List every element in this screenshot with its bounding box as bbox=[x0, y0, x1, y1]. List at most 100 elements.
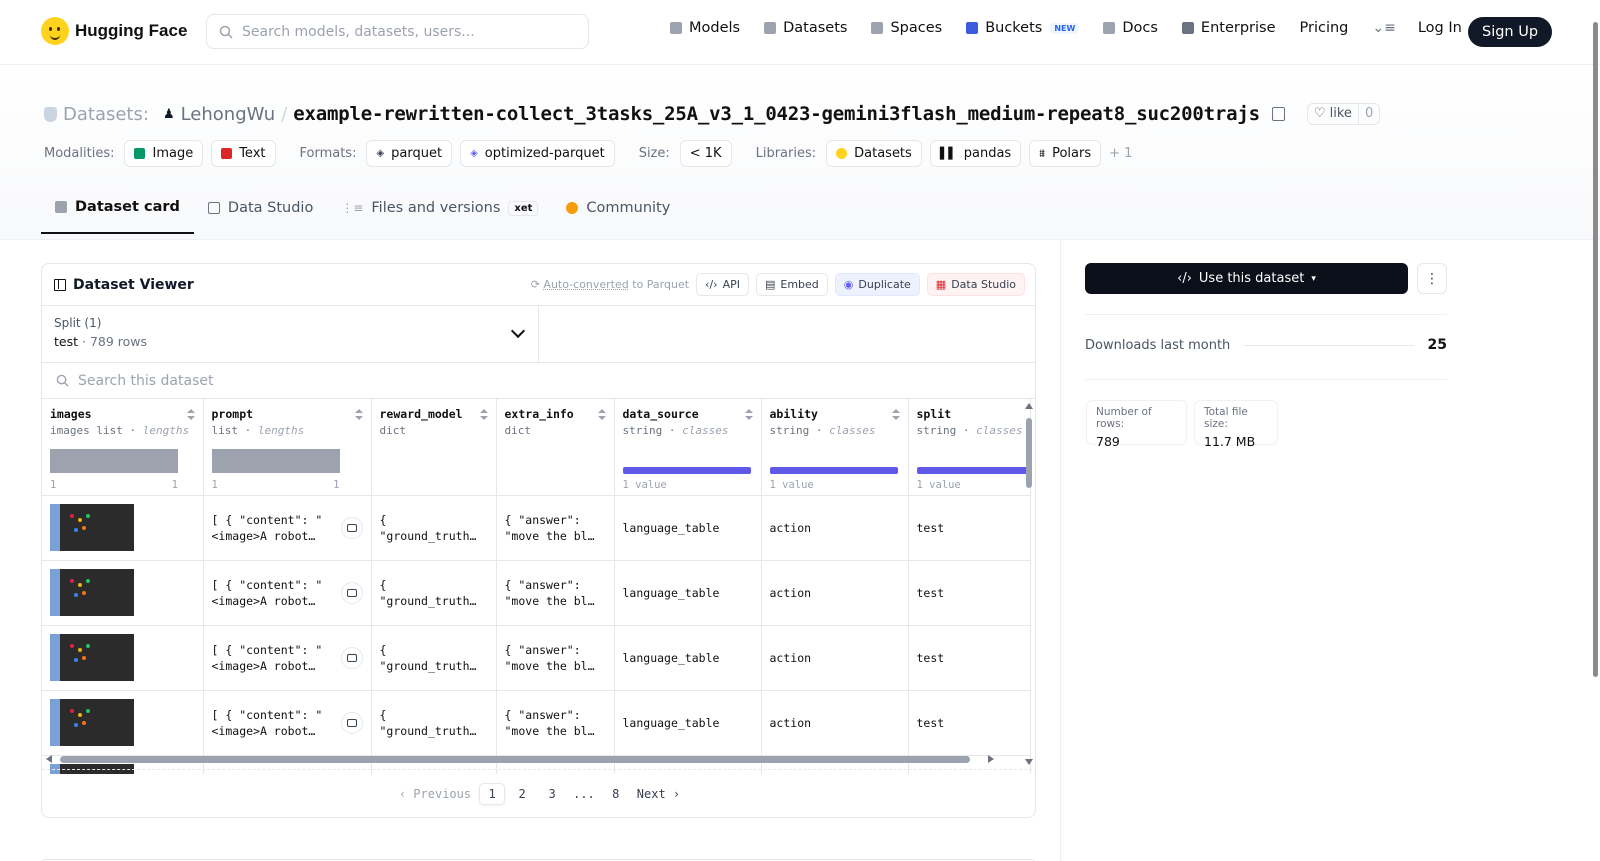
image-thumbnail[interactable] bbox=[50, 634, 134, 681]
column-header-images[interactable]: images images list · lengths 11 bbox=[42, 399, 204, 496]
chat-view-icon[interactable] bbox=[340, 516, 363, 539]
sort-icon[interactable] bbox=[597, 409, 606, 421]
scroll-right-icon[interactable] bbox=[988, 755, 994, 763]
repo-type-label[interactable]: Datasets: bbox=[63, 104, 149, 125]
duplicate-button[interactable]: ◉ Duplicate bbox=[834, 273, 920, 296]
cell-extra-info[interactable]: { "answer": "move the bl… bbox=[496, 560, 615, 626]
data-studio-button[interactable]: ▦ Data Studio bbox=[926, 273, 1025, 296]
tab-data-studio[interactable]: Data Studio bbox=[194, 182, 327, 234]
column-header-extra-info[interactable]: extra_info dict bbox=[496, 399, 615, 496]
split-selector[interactable]: Split (1) test · 789 rows bbox=[42, 306, 539, 362]
use-this-dataset-button[interactable]: ‹/› Use this dataset ▾ bbox=[1085, 263, 1408, 294]
auto-converted-note[interactable]: ⟳ Auto-converted to Parquet bbox=[531, 278, 689, 291]
cell-reward-model[interactable]: { "ground_truth… bbox=[371, 690, 497, 756]
cell-extra-info[interactable]: { "answer": "move the bl… bbox=[496, 625, 615, 691]
page-1[interactable]: 1 bbox=[479, 782, 506, 805]
cell-data-source[interactable]: language_table bbox=[614, 625, 762, 691]
chat-view-icon[interactable] bbox=[340, 646, 363, 669]
tab-community[interactable]: Community bbox=[552, 182, 684, 234]
table-vertical-scrollbar[interactable] bbox=[1025, 403, 1033, 765]
sort-icon[interactable] bbox=[479, 409, 488, 421]
nav-docs[interactable]: Docs bbox=[1103, 20, 1158, 36]
cell-prompt[interactable]: [ { "content": " <image>A robot… bbox=[203, 625, 372, 691]
scrollbar-thumb[interactable] bbox=[60, 756, 970, 763]
tag-size[interactable]: < 1K bbox=[679, 140, 732, 167]
scrollbar-thumb[interactable] bbox=[1026, 418, 1032, 488]
image-thumbnail[interactable] bbox=[50, 504, 134, 551]
sort-icon[interactable] bbox=[186, 409, 195, 421]
global-search[interactable] bbox=[206, 14, 589, 49]
column-header-data-source[interactable]: data_source string · classes 1 value bbox=[614, 399, 762, 496]
cell-image[interactable] bbox=[42, 560, 204, 626]
cell-image[interactable] bbox=[42, 690, 204, 756]
table-row[interactable]: [ { "content": " <image>A robot… { "grou… bbox=[42, 560, 1032, 626]
page-3[interactable]: 3 bbox=[539, 783, 565, 805]
next-page-button[interactable]: Next › bbox=[633, 783, 684, 805]
table-row[interactable]: [ { "content": " <image>A robot… { "grou… bbox=[42, 495, 1032, 561]
table-row[interactable]: [ { "content": " <image>A robot… { "grou… bbox=[42, 690, 1032, 756]
signup-button[interactable]: Sign Up bbox=[1468, 17, 1553, 47]
cell-prompt[interactable]: [ { "content": " <image>A robot… bbox=[203, 690, 372, 756]
class-distribution-bar[interactable] bbox=[622, 467, 751, 474]
nav-datasets[interactable]: Datasets bbox=[764, 20, 847, 36]
class-distribution-bar[interactable] bbox=[769, 467, 898, 474]
copy-icon[interactable] bbox=[1271, 107, 1285, 121]
sort-icon[interactable] bbox=[891, 409, 900, 421]
cell-ability[interactable]: action bbox=[761, 625, 909, 691]
scroll-left-icon[interactable] bbox=[46, 755, 52, 763]
dataset-search[interactable] bbox=[42, 363, 1035, 399]
page-scrollbar[interactable] bbox=[1591, 0, 1600, 861]
cell-image[interactable] bbox=[42, 625, 204, 691]
api-button[interactable]: ‹/› API bbox=[696, 273, 749, 296]
scroll-up-icon[interactable] bbox=[1025, 403, 1033, 409]
cell-extra-info[interactable]: { "answer": "move the bl… bbox=[496, 495, 615, 561]
length-histogram[interactable] bbox=[50, 449, 178, 473]
cell-reward-model[interactable]: { "ground_truth… bbox=[371, 495, 497, 561]
cell-ability[interactable]: action bbox=[761, 560, 909, 626]
cell-extra-info[interactable]: { "answer": "move the bl… bbox=[496, 690, 615, 756]
tag-datasets[interactable]: Datasets bbox=[826, 140, 922, 167]
global-search-input[interactable] bbox=[242, 23, 572, 40]
more-options-button[interactable]: ⋮ bbox=[1417, 263, 1447, 294]
tag-text[interactable]: Text bbox=[211, 140, 276, 167]
chat-view-icon[interactable] bbox=[340, 581, 363, 604]
brand-logo[interactable]: Hugging Face bbox=[41, 17, 187, 45]
nav-buckets[interactable]: Buckets NEW bbox=[966, 20, 1080, 36]
nav-enterprise[interactable]: Enterprise bbox=[1181, 20, 1276, 36]
column-header-split[interactable]: split string · classes 1 value bbox=[908, 399, 1032, 496]
cell-data-source[interactable]: language_table bbox=[614, 690, 762, 756]
sort-icon[interactable] bbox=[744, 409, 753, 421]
repo-owner[interactable]: LehongWu bbox=[181, 104, 276, 125]
chat-view-icon[interactable] bbox=[340, 711, 363, 734]
tag-image[interactable]: Image bbox=[124, 140, 204, 167]
cell-ability[interactable]: action bbox=[761, 690, 909, 756]
nav-spaces[interactable]: Spaces bbox=[871, 20, 942, 36]
login-link[interactable]: Log In bbox=[1418, 20, 1462, 36]
auto-converted-link[interactable]: Auto-converted bbox=[543, 278, 628, 291]
cell-reward-model[interactable]: { "ground_truth… bbox=[371, 625, 497, 691]
nav-pricing[interactable]: Pricing bbox=[1300, 20, 1349, 36]
previous-page-button[interactable]: ‹ Previous bbox=[395, 783, 475, 805]
page-2[interactable]: 2 bbox=[509, 783, 535, 805]
length-histogram[interactable] bbox=[211, 449, 340, 473]
nav-models[interactable]: Models bbox=[670, 20, 740, 36]
image-thumbnail[interactable] bbox=[50, 699, 134, 746]
dataset-search-input[interactable] bbox=[78, 372, 478, 389]
more-libraries[interactable]: + 1 bbox=[1109, 146, 1132, 161]
tab-files[interactable]: ⋮≡ Files and versions xet bbox=[327, 182, 552, 234]
like-button[interactable]: ♡ like 0 bbox=[1306, 103, 1381, 125]
tag-pandas[interactable]: ▌▌ pandas bbox=[929, 140, 1022, 167]
cell-image[interactable] bbox=[42, 495, 204, 561]
cell-split[interactable]: test bbox=[908, 560, 1032, 626]
cell-split[interactable]: test bbox=[908, 625, 1032, 691]
scrollbar-thumb[interactable] bbox=[1593, 22, 1598, 677]
scroll-down-icon[interactable] bbox=[1025, 759, 1033, 765]
tag-parquet[interactable]: ◈ parquet bbox=[366, 140, 453, 167]
tag-polars[interactable]: ⩩ Polars bbox=[1029, 140, 1102, 167]
sort-icon[interactable] bbox=[354, 409, 363, 421]
page-8[interactable]: 8 bbox=[603, 783, 629, 805]
embed-button[interactable]: ▤ Embed bbox=[755, 273, 828, 296]
cell-reward-model[interactable]: { "ground_truth… bbox=[371, 560, 497, 626]
cell-prompt[interactable]: [ { "content": " <image>A robot… bbox=[203, 495, 372, 561]
image-thumbnail[interactable] bbox=[50, 569, 134, 616]
